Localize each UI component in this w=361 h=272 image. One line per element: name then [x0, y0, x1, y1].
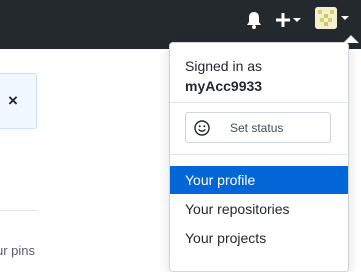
chevron-down-icon [341, 16, 349, 20]
divider [170, 154, 348, 155]
menu-item-your-repositories[interactable]: Your repositories [170, 195, 348, 223]
set-status-label: Set status [230, 121, 284, 135]
username: myAcc9933 [185, 78, 263, 94]
signed-in-label: Signed in as [185, 58, 263, 74]
user-menu-button[interactable] [315, 7, 350, 31]
dropdown-caret-fill [344, 36, 358, 43]
create-new-button[interactable] [275, 10, 303, 30]
bell-icon [247, 12, 261, 29]
menu-item-your-profile[interactable]: Your profile [170, 166, 348, 194]
divider [170, 102, 348, 103]
set-status-button[interactable]: Set status [185, 112, 331, 143]
notifications-button[interactable] [245, 10, 263, 30]
chevron-down-icon [293, 18, 301, 22]
close-icon[interactable]: × [8, 92, 22, 109]
menu-item-your-projects[interactable]: Your projects [170, 224, 348, 252]
avatar [315, 7, 337, 29]
page-divider [0, 210, 37, 211]
plus-icon [276, 13, 290, 27]
user-dropdown-menu: Signed in as myAcc9933 Set status Your p… [169, 35, 359, 272]
smiley-icon [194, 120, 210, 136]
